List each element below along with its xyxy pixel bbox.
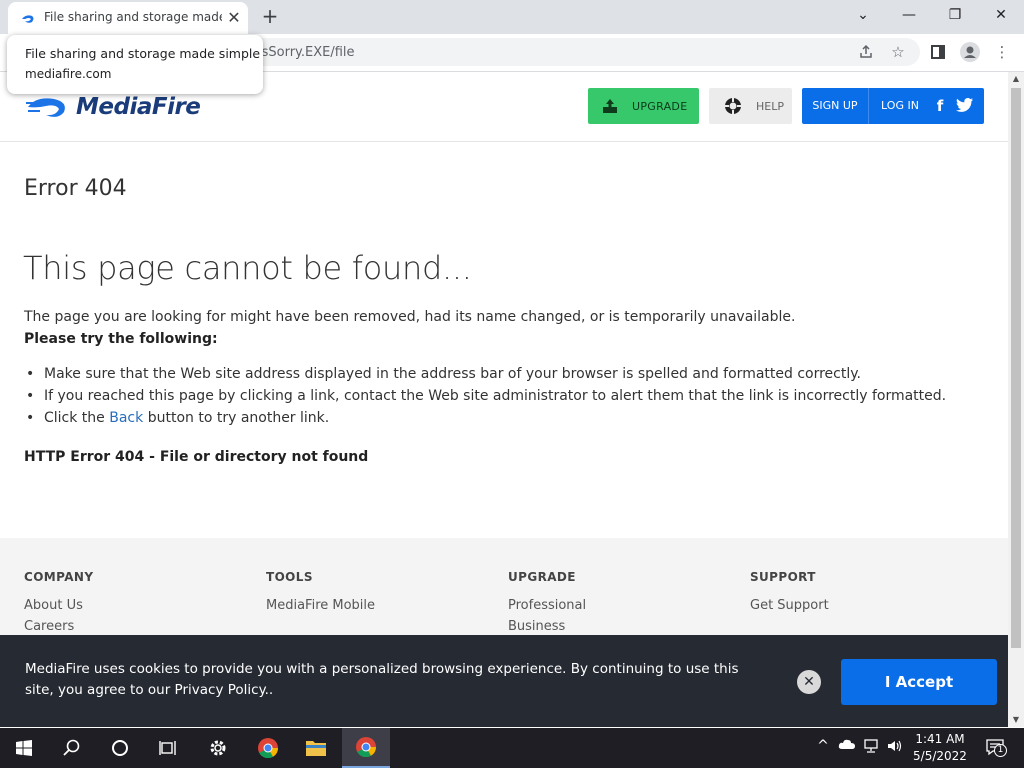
network-icon[interactable] [862, 738, 882, 758]
tab-title: File sharing and storage made simple [44, 10, 222, 24]
upgrade-label: UPGRADE [632, 99, 688, 113]
windows-start-icon[interactable] [0, 728, 48, 768]
footer-heading: COMPANY [24, 570, 94, 584]
footer-link-get-support[interactable]: Get Support [750, 598, 829, 619]
url-text[interactable]: lsSorry.EXE/file [258, 45, 355, 60]
cookie-close-icon[interactable]: ✕ [797, 670, 821, 694]
mediafire-logo-icon [26, 98, 65, 117]
list-item: If you reached this page by clicking a l… [24, 388, 946, 410]
signup-button[interactable]: SIGN UP [802, 88, 869, 124]
browser-tab-bar: File sharing and storage made simple ✕ +… [0, 0, 1024, 34]
facebook-icon[interactable]: f [931, 97, 949, 115]
footer-heading: SUPPORT [750, 570, 816, 584]
footer-heading: TOOLS [266, 570, 313, 584]
item-suffix: button to try another link. [147, 410, 330, 426]
mediafire-favicon-icon [22, 15, 34, 23]
tab-hover-tooltip: File sharing and storage made simple med… [7, 35, 263, 94]
error-description: The page you are looking for might have … [24, 309, 796, 325]
cookie-text: MediaFire uses cookies to provide you wi… [25, 661, 739, 698]
footer-column-company: COMPANY About Us Careers [24, 570, 93, 640]
logo-text: MediaFire [76, 94, 201, 120]
tab-search-chevron-down-icon[interactable]: ⌄ [840, 0, 886, 32]
chrome-active-icon[interactable] [342, 728, 390, 768]
sidepanel-icon[interactable] [926, 40, 950, 64]
tray-chevron-up-icon[interactable]: ^ [814, 738, 832, 758]
taskbar-clock[interactable]: 1:41 AM 5/5/2022 [910, 731, 970, 765]
page-scrollbar[interactable]: ▲ ▼ [1008, 72, 1024, 727]
upgrade-button[interactable]: UPGRADE [588, 88, 699, 124]
scroll-thumb[interactable] [1011, 88, 1021, 648]
cortana-icon[interactable] [96, 728, 144, 768]
mediafire-logo[interactable]: MediaFire [26, 92, 201, 122]
search-icon[interactable] [48, 728, 96, 768]
footer-heading: UPGRADE [508, 570, 576, 584]
settings-gear-icon[interactable] [194, 728, 242, 768]
profile-icon[interactable] [958, 40, 982, 64]
cookie-banner: MediaFire uses cookies to provide you wi… [0, 635, 1008, 727]
bookmark-star-icon[interactable]: ☆ [886, 40, 910, 64]
help-lifebuoy-icon [725, 98, 741, 114]
browser-tab[interactable]: File sharing and storage made simple ✕ [8, 2, 248, 34]
back-link[interactable]: Back [109, 410, 143, 426]
footer-column-upgrade: UPGRADE Professional Business [508, 570, 586, 640]
new-tab-plus-icon[interactable]: + [258, 4, 282, 28]
auth-button-group: SIGN UP LOG IN f [802, 88, 984, 124]
file-explorer-folder-icon[interactable] [292, 728, 340, 768]
list-item: Click the Back button to try another lin… [24, 410, 946, 432]
volume-icon[interactable] [885, 738, 905, 758]
tooltip-title: File sharing and storage made simple [25, 46, 261, 61]
http-error-text: HTTP Error 404 - File or directory not f… [24, 449, 369, 465]
footer-column-support: SUPPORT Get Support [750, 570, 829, 619]
scroll-down-arrow-icon[interactable]: ▼ [1008, 713, 1024, 727]
onedrive-cloud-icon[interactable] [836, 738, 858, 758]
footer-link-professional[interactable]: Professional [508, 598, 586, 619]
chrome-menu-icon[interactable]: ⋮ [990, 40, 1014, 64]
tooltip-domain: mediafire.com [25, 67, 112, 81]
task-view-icon[interactable] [144, 728, 192, 768]
minimize-icon[interactable]: — [886, 0, 932, 32]
page-content: MediaFire UPGRADE HELP SIGN UP LOG IN f … [0, 72, 1008, 727]
twitter-icon[interactable] [956, 97, 974, 115]
help-button[interactable]: HELP [709, 88, 792, 124]
help-label: HELP [756, 99, 784, 113]
list-item: Make sure that the Web site address disp… [24, 366, 946, 388]
footer-link-mediafire-mobile[interactable]: MediaFire Mobile [266, 598, 375, 619]
item-prefix: Click the [44, 410, 105, 426]
restore-icon[interactable]: ❐ [932, 0, 978, 32]
notification-icon[interactable]: 1 [982, 738, 1008, 758]
window-close-icon[interactable]: ✕ [978, 0, 1024, 32]
chrome-icon[interactable] [244, 728, 292, 768]
cookie-accept-button[interactable]: I Accept [841, 659, 997, 705]
error-title: This page cannot be found... [23, 249, 472, 287]
error-code-heading: Error 404 [24, 176, 127, 201]
tab-close-icon[interactable]: ✕ [224, 8, 244, 28]
footer-link-about-us[interactable]: About Us [24, 598, 93, 619]
notification-count-badge: 1 [994, 744, 1007, 757]
share-icon[interactable] [854, 40, 878, 64]
windows-taskbar: ^ 1:41 AM 5/5/2022 1 [0, 728, 1024, 768]
login-button[interactable]: LOG IN [872, 88, 928, 124]
suggestion-list: Make sure that the Web site address disp… [24, 366, 946, 432]
upgrade-icon [603, 99, 617, 113]
clock-time: 1:41 AM [915, 732, 965, 746]
try-following-heading: Please try the following: [24, 331, 218, 347]
clock-date: 5/5/2022 [913, 749, 967, 763]
scroll-up-arrow-icon[interactable]: ▲ [1008, 72, 1024, 86]
footer-column-tools: TOOLS MediaFire Mobile [266, 570, 375, 619]
